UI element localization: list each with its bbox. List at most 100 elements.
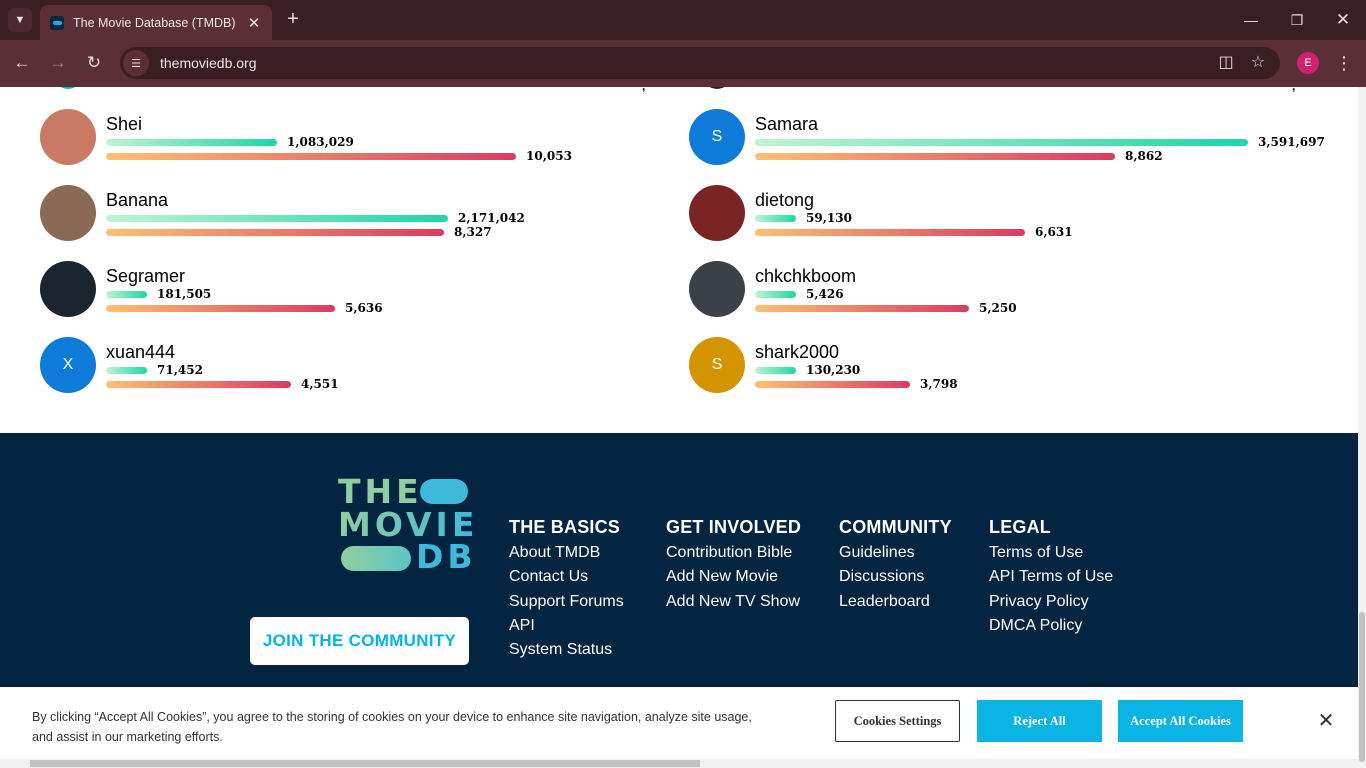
footer-link[interactable]: Add New Movie <box>666 565 801 589</box>
footer-link[interactable]: DMCA Policy <box>989 614 1113 638</box>
tmdb-logo[interactable]: THE MOVIE DB <box>338 475 474 574</box>
tmdb-favicon-icon <box>50 15 64 30</box>
leaderboard-section: , , Shei 1,083,029 10,053 Banana 2,171,0… <box>0 87 1358 433</box>
leaderboard-entry: dietong 59,130 6,631 <box>689 185 1349 245</box>
username-link[interactable]: shark2000 <box>755 342 839 363</box>
ratings-bar <box>755 153 1115 160</box>
profile-avatar[interactable]: E <box>1297 52 1319 74</box>
footer-link[interactable]: Terms of Use <box>989 541 1113 565</box>
edits-bar <box>755 367 796 374</box>
footer-link[interactable]: Support Forums <box>509 590 624 614</box>
kebab-menu-icon[interactable]: ⋮ <box>1332 51 1356 75</box>
vertical-scrollbar[interactable] <box>1358 87 1366 768</box>
edits-bar <box>106 291 147 298</box>
username-link[interactable]: Banana <box>106 190 168 211</box>
footer-link[interactable]: API <box>509 614 624 638</box>
arrow-left-icon[interactable]: ← <box>10 51 34 75</box>
footer-link[interactable]: Discussions <box>839 565 952 589</box>
avatar[interactable]: X <box>40 337 96 393</box>
footer-heading: LEGAL <box>989 517 1051 537</box>
avatar[interactable] <box>40 185 96 241</box>
restore-icon[interactable]: ❐ <box>1285 8 1309 32</box>
edits-value: 130,230 <box>806 363 861 377</box>
ratings-value: 10,053 <box>526 149 572 163</box>
cookies-settings-button[interactable]: Cookies Settings <box>835 700 960 742</box>
leaderboard-entry: X xuan444 71,452 4,551 <box>40 337 680 397</box>
browser-tab[interactable]: The Movie Database (TMDB) ✕ <box>40 5 272 40</box>
edits-bar <box>755 139 1248 146</box>
avatar[interactable]: S <box>689 109 745 165</box>
join-community-button[interactable]: JOIN THE COMMUNITY <box>250 617 469 665</box>
scrollbar-thumb[interactable] <box>30 760 700 767</box>
close-icon[interactable]: ✕ <box>246 14 262 32</box>
ratings-bar <box>106 381 291 388</box>
close-icon[interactable]: ✕ <box>1315 710 1337 732</box>
avatar[interactable]: S <box>689 337 745 393</box>
ratings-value: 8,862 <box>1125 149 1163 163</box>
site-footer: THE MOVIE DB JOIN THE COMMUNITY THE BASI… <box>0 433 1358 687</box>
ratings-bar <box>106 229 444 236</box>
avatar[interactable] <box>689 185 745 241</box>
tab-title: The Movie Database (TMDB) <box>73 15 236 30</box>
footer-link[interactable]: Guidelines <box>839 541 952 565</box>
edits-value: 71,452 <box>157 363 203 377</box>
footer-link[interactable]: System Status <box>509 638 624 662</box>
username-link[interactable]: Samara <box>755 114 818 135</box>
ratings-value: 5,636 <box>345 301 383 315</box>
cookie-notice-text: By clicking “Accept All Cookies”, you ag… <box>32 710 752 744</box>
footer-column-community: COMMUNITY Guidelines Discussions Leaderb… <box>839 517 952 614</box>
leaderboard-entry: chkchkboom 5,426 5,250 <box>689 261 1349 321</box>
horizontal-scrollbar[interactable] <box>0 759 1358 768</box>
footer-link[interactable]: Privacy Policy <box>989 590 1113 614</box>
chevron-down-icon[interactable]: ▼ <box>8 8 32 32</box>
footer-link[interactable]: Contact Us <box>509 565 624 589</box>
star-icon[interactable]: ☆ <box>1246 51 1270 75</box>
footer-column-basics: THE BASICS About TMDB Contact Us Support… <box>509 517 624 662</box>
ratings-bar <box>755 229 1025 236</box>
edits-value: 59,130 <box>806 211 852 225</box>
arrow-right-icon[interactable]: → <box>46 51 70 75</box>
reload-icon[interactable]: ↻ <box>82 51 106 75</box>
leaderboard-entry: Shei 1,083,029 10,053 <box>40 109 680 169</box>
leaderboard-entry: Segramer 181,505 5,636 <box>40 261 680 321</box>
footer-link[interactable]: Leaderboard <box>839 590 952 614</box>
ratings-value: 5,250 <box>979 301 1017 315</box>
footer-column-get-involved: GET INVOLVED Contribution Bible Add New … <box>666 517 801 614</box>
ratings-value: 4,551 <box>301 377 339 391</box>
ratings-bar <box>755 381 910 388</box>
footer-link[interactable]: API Terms of Use <box>989 565 1113 589</box>
footer-link[interactable]: Contribution Bible <box>666 541 801 565</box>
edits-value: 3,591,697 <box>1258 135 1325 149</box>
plus-icon[interactable]: + <box>282 8 304 30</box>
username-link[interactable]: xuan444 <box>106 342 175 363</box>
edits-bar <box>106 215 448 222</box>
footer-link[interactable]: About TMDB <box>509 541 624 565</box>
ratings-bar <box>755 305 969 312</box>
footer-heading: GET INVOLVED <box>666 517 802 537</box>
edits-value: 2,171,042 <box>458 211 525 225</box>
avatar[interactable] <box>689 261 745 317</box>
minimize-icon[interactable]: — <box>1239 8 1263 32</box>
tune-icon[interactable]: ☰ <box>123 50 149 76</box>
footer-link[interactable]: Add New TV Show <box>666 590 801 614</box>
edits-bar <box>755 291 796 298</box>
url-text[interactable]: themoviedb.org <box>160 55 257 71</box>
logo-text-line: DB <box>416 537 477 576</box>
username-link[interactable]: dietong <box>755 190 814 211</box>
username-link[interactable]: Shei <box>106 114 142 135</box>
avatar[interactable] <box>40 109 96 165</box>
avatar[interactable] <box>40 261 96 317</box>
address-bar[interactable]: ☰ themoviedb.org ◫ ☆ <box>120 47 1280 79</box>
avatar[interactable] <box>54 87 82 89</box>
username-link[interactable]: Segramer <box>106 266 185 287</box>
close-window-icon[interactable]: ✕ <box>1331 8 1355 32</box>
username-link[interactable]: chkchkboom <box>755 266 856 287</box>
value-fragment: , <box>1292 87 1295 93</box>
edits-bar <box>106 139 277 146</box>
install-app-icon[interactable]: ◫ <box>1214 51 1238 75</box>
reject-all-button[interactable]: Reject All <box>977 700 1102 742</box>
accept-all-cookies-button[interactable]: Accept All Cookies <box>1118 700 1243 742</box>
edits-value: 181,505 <box>157 287 212 301</box>
scrollbar-thumb[interactable] <box>1359 612 1365 762</box>
avatar[interactable] <box>703 87 731 89</box>
